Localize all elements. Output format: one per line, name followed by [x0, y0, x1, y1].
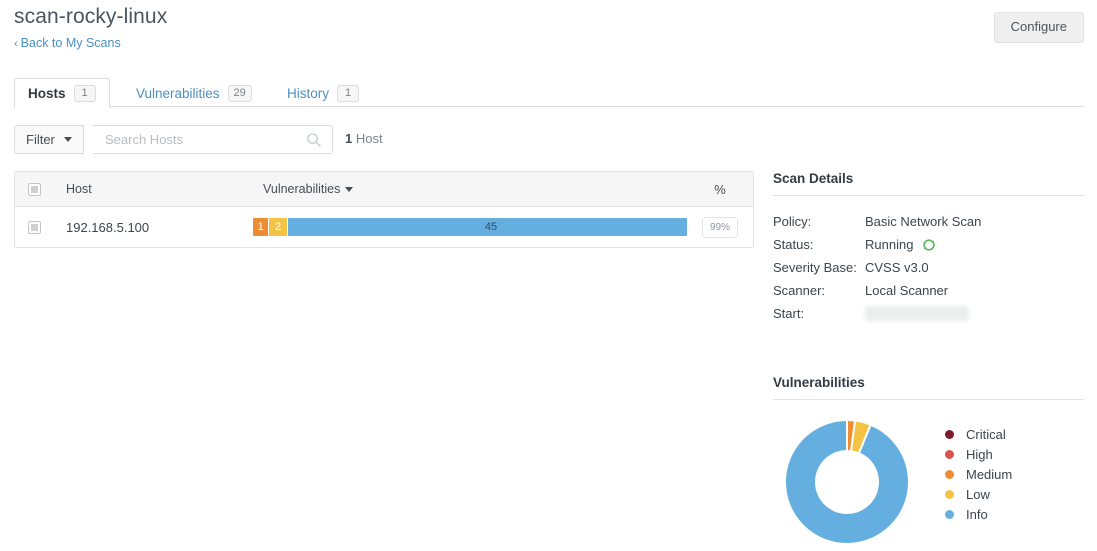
filter-dropdown-button[interactable]: Filter: [14, 125, 84, 154]
legend-color-dot: [945, 429, 954, 439]
redacted-value: [865, 306, 969, 321]
detail-value: [865, 306, 969, 321]
select-all-checkbox[interactable]: [27, 182, 41, 196]
legend-label: Critical: [966, 426, 1006, 442]
column-header-vulnerabilities[interactable]: Vulnerabilities: [253, 172, 687, 206]
chevron-left-icon: ‹: [14, 38, 18, 50]
chevron-down-icon: [63, 137, 72, 142]
tab-history-count: 1: [337, 84, 360, 102]
row-select-checkbox[interactable]: [27, 220, 41, 234]
hosts-table: Host Vulnerabilities % 192.168.5.100 124…: [14, 171, 754, 248]
vulnerability-donut-chart[interactable]: [783, 418, 911, 546]
detail-label: Severity Base:: [773, 260, 857, 275]
row-checkbox-cell: [15, 220, 53, 234]
detail-value-text: CVSS v3.0: [865, 260, 929, 275]
search-icon[interactable]: [306, 132, 322, 148]
legend-item[interactable]: Medium: [945, 464, 1012, 484]
detail-row: Start:: [773, 302, 1084, 325]
legend-label: High: [966, 446, 993, 462]
table-row[interactable]: 192.168.5.100 1 2 45 99%: [15, 207, 753, 247]
vulnerabilities-chart-area: Critical High Medium Low Info: [773, 418, 1084, 546]
severity-segment-low[interactable]: 2: [269, 218, 288, 236]
severity-segment-medium[interactable]: 1: [253, 218, 270, 236]
tab-history-label: History: [287, 85, 330, 101]
detail-label: Status:: [773, 237, 814, 252]
host-count-number: 1: [345, 131, 353, 146]
legend-label: Medium: [966, 466, 1013, 482]
table-header-row: Host Vulnerabilities %: [15, 172, 753, 207]
vulnerabilities-section: Vulnerabilities Critical High Medium Low Inf…: [773, 375, 1084, 546]
percent-cell: 99%: [687, 216, 753, 238]
tab-vulnerabilities-label: Vulnerabilities: [136, 85, 220, 101]
legend-item[interactable]: Low: [945, 484, 1012, 504]
back-link-label: Back to My Scans: [20, 36, 121, 50]
tab-vulnerabilities-count: 29: [227, 84, 252, 102]
tab-vulnerabilities[interactable]: Vulnerabilities 29: [122, 78, 266, 107]
detail-label: Start:: [773, 306, 805, 321]
tab-hosts-label: Hosts: [28, 86, 66, 101]
detail-row: Severity Base: CVSS v3.0: [773, 256, 1084, 279]
severity-stacked-bar[interactable]: 1 2 45: [253, 218, 687, 236]
host-count-label: 1 Host: [345, 131, 383, 146]
percent-badge: 99%: [701, 216, 738, 238]
legend-color-dot: [945, 489, 954, 499]
page-title: scan-rocky-linux: [14, 5, 168, 28]
donut-slice-info[interactable]: [784, 418, 910, 545]
right-panel: Scan Details Policy: Basic Network Scan St…: [773, 171, 1084, 546]
column-header-vulnerabilities-label: Vulnerabilities: [263, 182, 341, 196]
scan-results-page: scan-rocky-linux ‹ Back to My Scans Confi…: [0, 0, 1097, 551]
detail-value: CVSS v3.0: [865, 260, 929, 275]
legend-item[interactable]: Critical: [945, 424, 1012, 444]
legend-label: Low: [966, 486, 990, 502]
back-to-my-scans-link[interactable]: ‹ Back to My Scans: [14, 35, 121, 52]
filter-label: Filter: [26, 132, 55, 147]
search-hosts-container: [93, 125, 333, 154]
refresh-icon[interactable]: [922, 238, 936, 252]
search-input[interactable]: [93, 126, 313, 153]
detail-row: Policy: Basic Network Scan: [773, 210, 1084, 233]
scan-details-heading: Scan Details: [773, 171, 1084, 196]
scan-details-list: Policy: Basic Network Scan Status: Running S…: [773, 210, 1084, 325]
vulnerabilities-heading: Vulnerabilities: [773, 375, 1084, 400]
legend-label: Info: [966, 506, 988, 522]
host-address[interactable]: 192.168.5.100: [53, 220, 253, 235]
column-header-host[interactable]: Host: [53, 182, 253, 196]
tab-hosts-count: 1: [73, 85, 96, 102]
severity-bar-cell: 1 2 45: [253, 207, 687, 247]
detail-value-text: Basic Network Scan: [865, 214, 982, 229]
select-all-checkbox-cell: [15, 182, 53, 196]
detail-value: Basic Network Scan: [865, 214, 981, 229]
detail-value: Local Scanner: [865, 283, 948, 298]
configure-button[interactable]: Configure: [993, 12, 1084, 43]
tab-bar: Hosts 1 Vulnerabilities 29 History 1: [14, 78, 1084, 108]
host-count-word: Host: [355, 131, 383, 146]
detail-row: Status: Running: [773, 233, 1084, 256]
severity-segment-info[interactable]: 45: [287, 218, 687, 236]
column-header-percent[interactable]: %: [687, 182, 753, 197]
tab-history[interactable]: History 1: [273, 78, 373, 107]
sort-descending-icon: [345, 186, 354, 192]
legend-color-dot: [945, 509, 954, 519]
scan-details-section: Scan Details Policy: Basic Network Scan St…: [773, 171, 1084, 325]
legend-color-dot: [945, 449, 954, 459]
legend-item[interactable]: High: [945, 444, 1012, 464]
detail-value-text: Running: [865, 237, 914, 252]
detail-label: Policy:: [773, 214, 812, 229]
detail-label: Scanner:: [773, 283, 826, 298]
legend-item[interactable]: Info: [945, 504, 1012, 524]
page-header: scan-rocky-linux ‹ Back to My Scans Confi…: [14, 0, 1084, 62]
legend-color-dot: [945, 469, 954, 479]
detail-value-text: Local Scanner: [865, 283, 949, 298]
detail-row: Scanner: Local Scanner: [773, 279, 1084, 302]
detail-value: Running: [865, 237, 936, 252]
chart-legend: Critical High Medium Low Info: [945, 424, 1012, 524]
tab-hosts[interactable]: Hosts 1: [14, 78, 110, 108]
